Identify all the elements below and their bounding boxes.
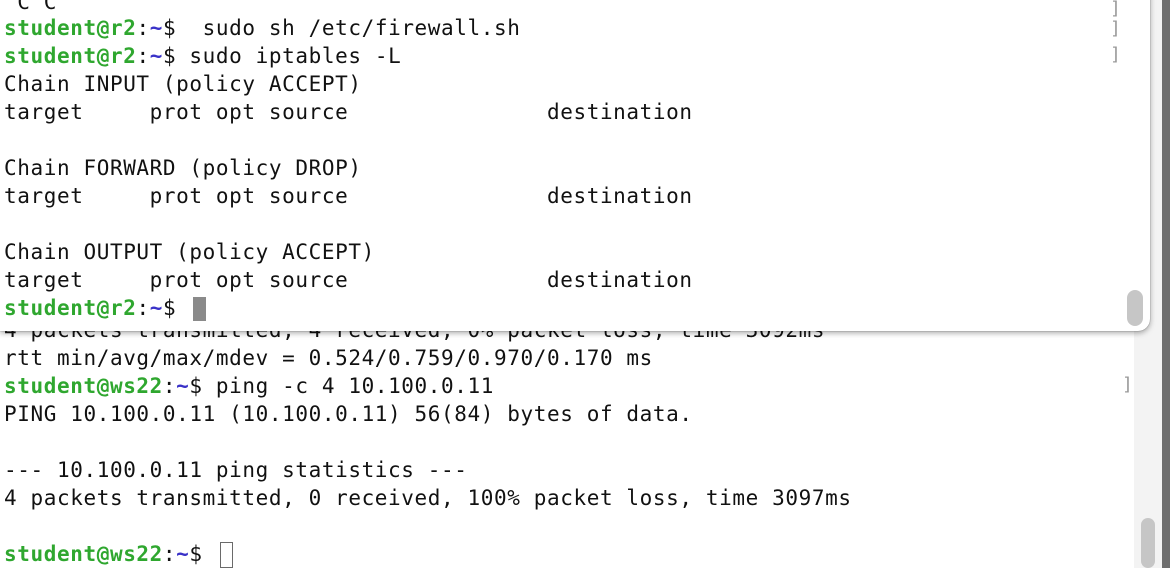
prompt-sep: : — [162, 374, 177, 398]
window-edge — [1162, 0, 1170, 568]
line-wrap-marker: ] — [1110, 44, 1121, 65]
line-wrap-marker: ] — [1110, 18, 1121, 39]
back-line-2: rtt min/avg/max/mdev = 0.524/0.759/0.970… — [4, 346, 653, 370]
table-header-line: target prot opt source destination — [4, 100, 693, 124]
back-prompt-line: student@ws22:~$ ping -c 4 10.100.0.11 — [4, 372, 494, 400]
front-active-prompt: student@r2:~$ — [4, 294, 207, 322]
prompt-command: $ — [162, 296, 190, 320]
prompt-command: $ ping -c 4 10.100.0.11 — [189, 374, 495, 398]
prompt-user: student@ws22 — [4, 374, 163, 398]
prompt-command: $ sudo iptables -L — [162, 44, 402, 68]
table-header-line: target prot opt source destination — [4, 184, 693, 208]
prompt-user: student@r2 — [4, 44, 137, 68]
prompt-command: $ sudo sh /etc/firewall.sh — [162, 16, 521, 40]
line-wrap-marker: ] — [1110, 0, 1121, 19]
front-prompt-2: student@r2:~$ sudo iptables -L — [4, 42, 401, 70]
prompt-sep: : — [162, 542, 177, 566]
prompt-path: ~ — [176, 374, 190, 398]
front-prompt-1: student@r2:~$ sudo sh /etc/firewall.sh — [4, 14, 521, 42]
prompt-path: ~ — [149, 16, 163, 40]
back-scrollbar-thumb[interactable] — [1141, 518, 1155, 568]
front-scrollbar-thumb[interactable] — [1127, 290, 1143, 326]
prompt-sep: : — [136, 44, 150, 68]
prompt-command: $ — [189, 542, 216, 566]
table-header-line: target prot opt source destination — [4, 268, 693, 292]
chain-input-line: Chain INPUT (policy ACCEPT) — [4, 72, 362, 96]
prompt-sep: : — [136, 16, 150, 40]
prompt-path: ~ — [149, 296, 163, 320]
back-line-7: 4 packets transmitted, 0 received, 100% … — [4, 486, 852, 510]
text-cursor — [193, 297, 207, 321]
prompt-user: student@r2 — [4, 296, 137, 320]
chain-forward-line: Chain FORWARD (policy DROP) — [4, 156, 362, 180]
text-cursor — [219, 542, 233, 568]
line-wrap-marker: ] — [1122, 374, 1133, 395]
back-line-6: --- 10.100.0.11 ping statistics --- — [4, 458, 468, 482]
front-terminal-window[interactable]: ^C^C student@r2:~$ sudo sh /etc/firewall… — [0, 0, 1150, 331]
prompt-user: student@r2 — [4, 16, 137, 40]
prompt-path: ~ — [149, 44, 163, 68]
prompt-path: ~ — [176, 542, 190, 566]
prompt-sep: : — [136, 296, 150, 320]
prompt-user: student@ws22 — [4, 542, 163, 566]
back-line-4: PING 10.100.0.11 (10.100.0.11) 56(84) by… — [4, 402, 693, 426]
back-active-prompt: student@ws22:~$ — [4, 540, 233, 568]
chain-output-line: Chain OUTPUT (policy ACCEPT) — [4, 240, 375, 264]
